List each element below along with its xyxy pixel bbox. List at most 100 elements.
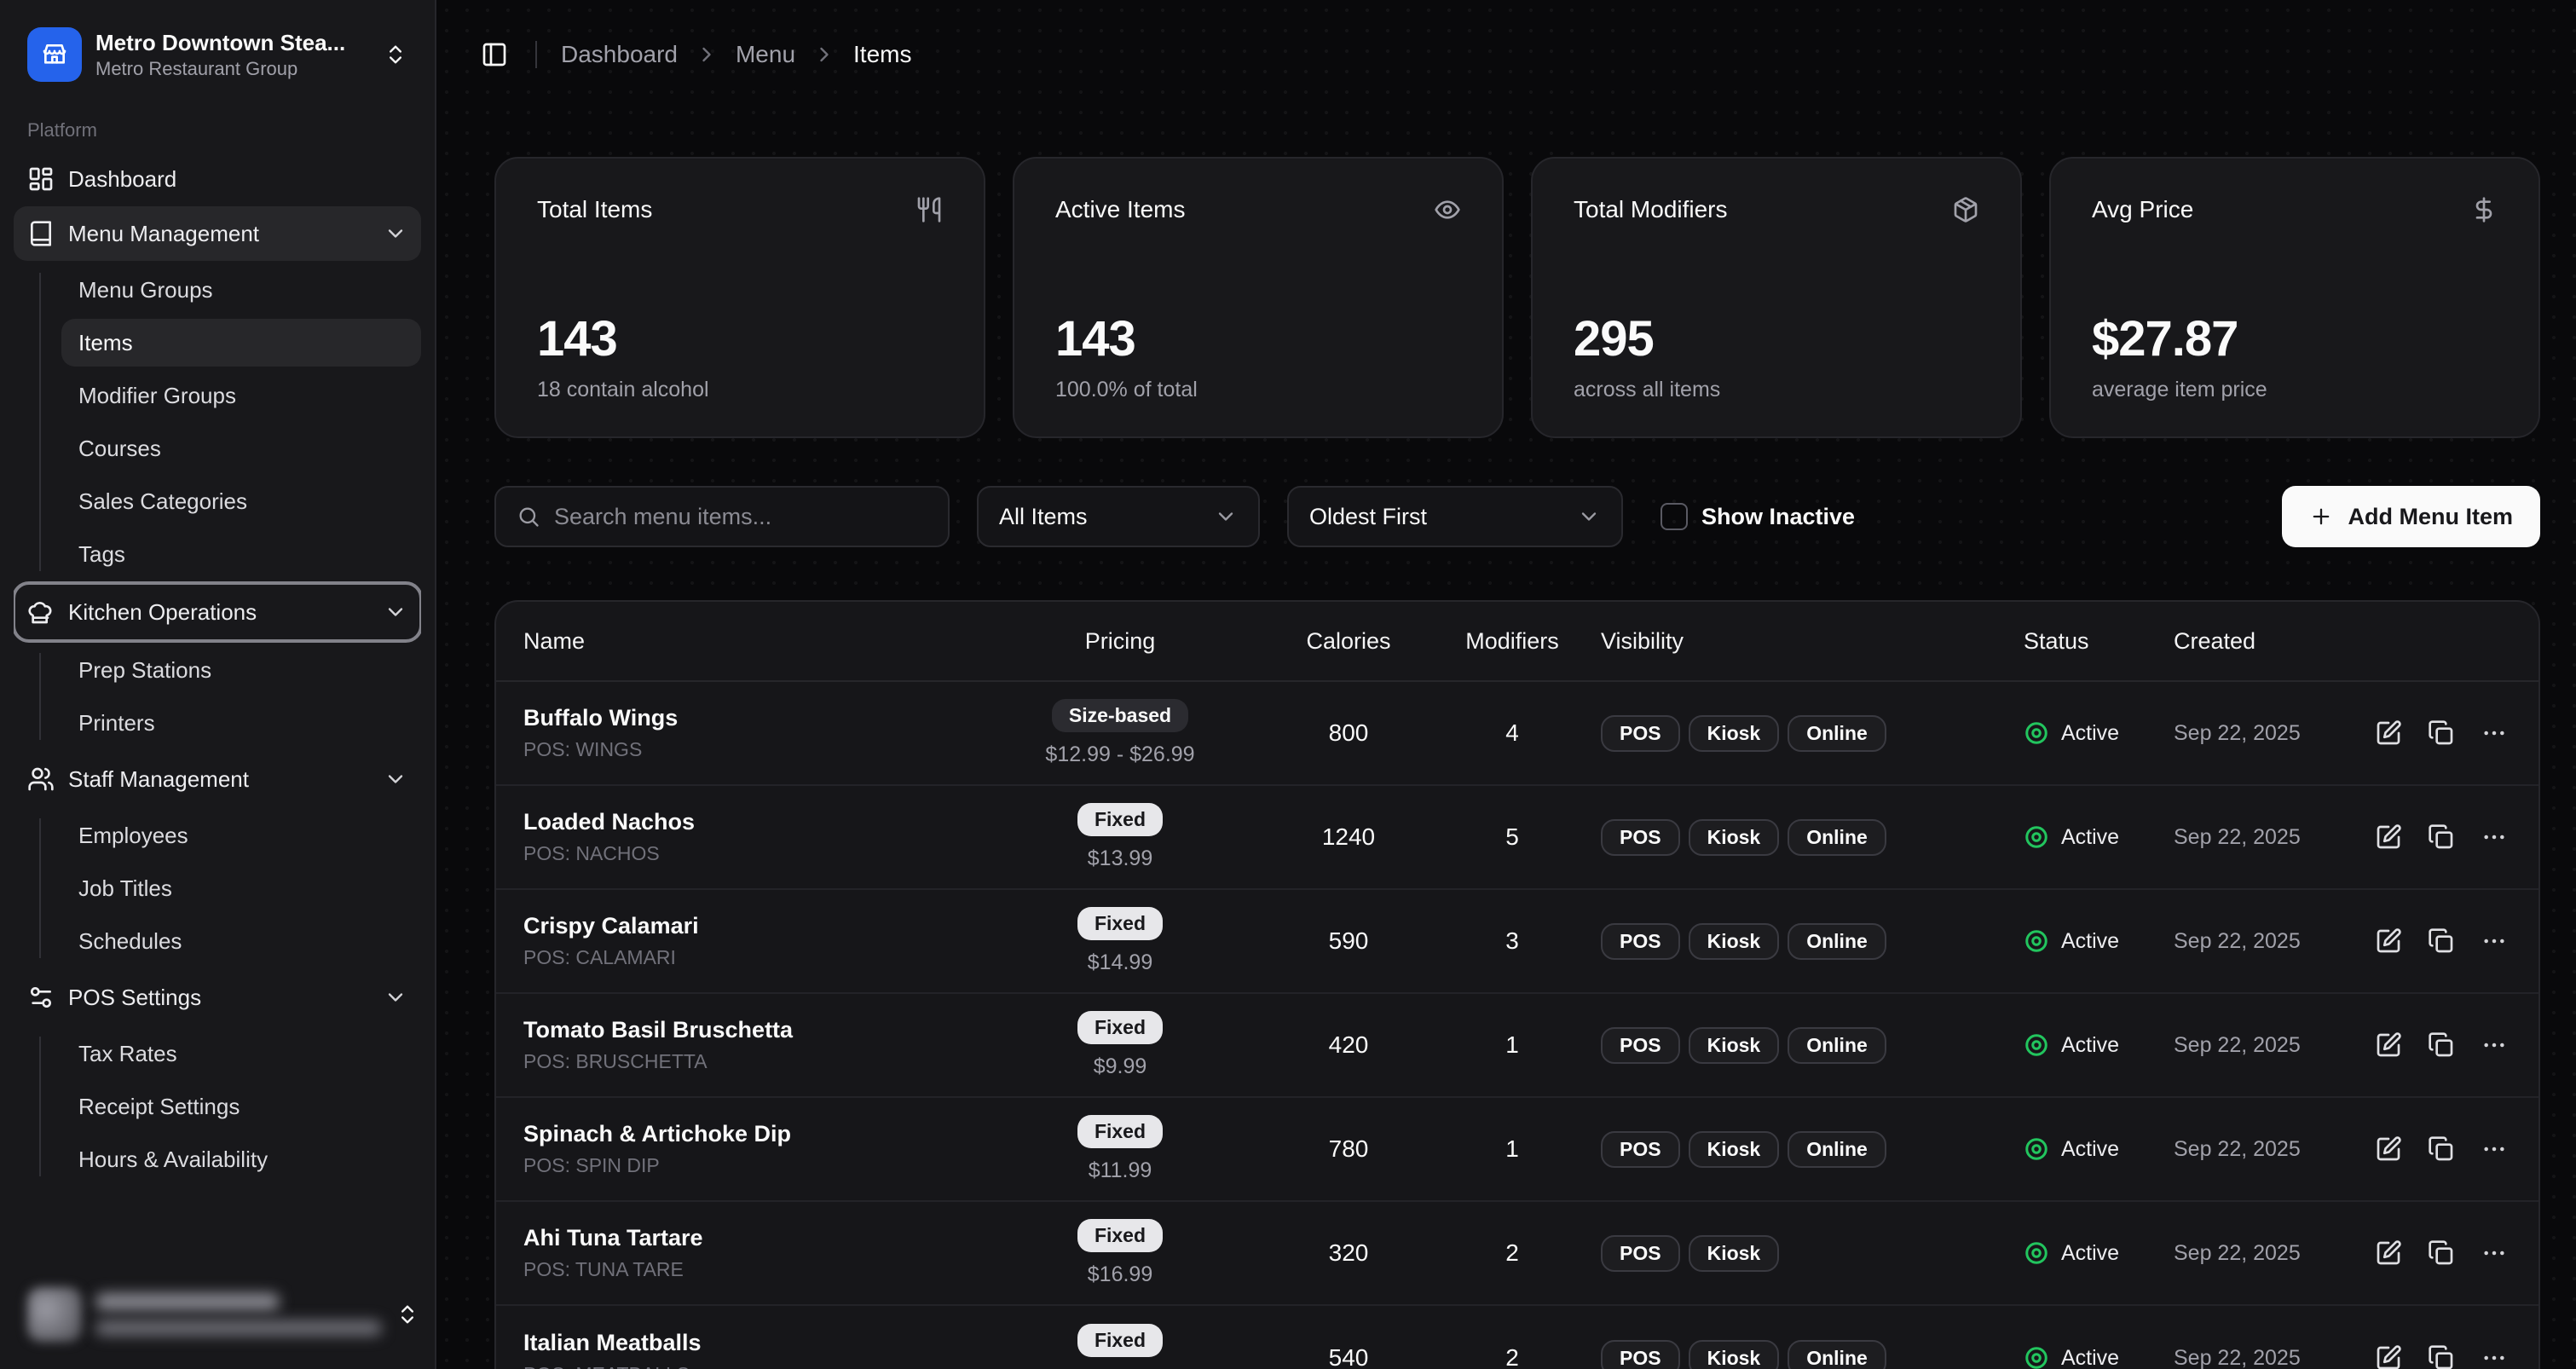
edit-button[interactable]: [2375, 823, 2402, 851]
sidebar-nav: Dashboard Menu Management Menu Groups Items…: [14, 152, 421, 1274]
more-actions-button[interactable]: [2481, 1031, 2508, 1059]
sidebar: Metro Downtown Stea... Metro Restaurant …: [0, 0, 436, 1369]
table-body: Buffalo Wings POS: WINGS Size-based $12.…: [496, 682, 2538, 1369]
status-active-icon: [2024, 1032, 2049, 1058]
status-label: Active: [2061, 1137, 2119, 1162]
edit-button[interactable]: [2375, 1239, 2402, 1267]
user-redacted-text: [95, 1293, 382, 1336]
status-label: Active: [2061, 721, 2119, 746]
more-actions-button[interactable]: [2481, 823, 2508, 851]
more-actions-button[interactable]: [2481, 1239, 2508, 1267]
show-inactive-toggle[interactable]: Show Inactive: [1661, 503, 1855, 530]
breadcrumb: Dashboard Menu Items: [561, 41, 912, 68]
show-inactive-checkbox[interactable]: [1661, 503, 1688, 530]
visibility-badges: POSKioskOnline: [1594, 1027, 2017, 1064]
duplicate-button[interactable]: [2428, 719, 2455, 747]
search-input[interactable]: [554, 504, 927, 530]
table-row[interactable]: Spinach & Artichoke Dip POS: SPIN DIP Fi…: [496, 1098, 2538, 1202]
sidebar-item-pos-settings[interactable]: POS Settings: [14, 970, 421, 1025]
item-calories: 800: [1267, 719, 1430, 747]
pricing-type-badge: Fixed: [1077, 1219, 1163, 1252]
item-name: Crispy Calamari: [523, 913, 967, 939]
sidebar-item-courses[interactable]: Courses: [61, 425, 421, 472]
more-actions-button[interactable]: [2481, 927, 2508, 955]
sidebar-item-schedules[interactable]: Schedules: [61, 917, 421, 965]
table-row[interactable]: Loaded Nachos POS: NACHOS Fixed $13.99 1…: [496, 786, 2538, 890]
breadcrumb-dashboard[interactable]: Dashboard: [561, 41, 678, 68]
sidebar-item-label: Dashboard: [68, 166, 407, 193]
edit-button[interactable]: [2375, 1031, 2402, 1059]
breadcrumb-items: Items: [853, 41, 911, 68]
category-filter-select[interactable]: All Items: [977, 486, 1260, 547]
item-price: $12.99 - $26.99: [1045, 742, 1194, 767]
breadcrumb-menu[interactable]: Menu: [736, 41, 795, 68]
edit-button[interactable]: [2375, 1135, 2402, 1163]
duplicate-button[interactable]: [2428, 1031, 2455, 1059]
visibility-badge-online: Online: [1788, 819, 1886, 856]
visibility-badges: POSKioskOnline: [1594, 1131, 2017, 1168]
status-active-icon: [2024, 1136, 2049, 1162]
sidebar-toggle-button[interactable]: [471, 31, 518, 78]
duplicate-button[interactable]: [2428, 823, 2455, 851]
edit-button[interactable]: [2375, 927, 2402, 955]
pricing-type-badge: Fixed: [1077, 803, 1163, 836]
edit-button[interactable]: [2375, 1344, 2402, 1369]
sidebar-item-printers[interactable]: Printers: [61, 699, 421, 747]
add-menu-item-button[interactable]: Add Menu Item: [2282, 486, 2541, 547]
duplicate-button[interactable]: [2428, 1135, 2455, 1163]
sidebar-item-prep-stations[interactable]: Prep Stations: [61, 646, 421, 694]
sidebar-item-tags[interactable]: Tags: [61, 530, 421, 578]
sidebar-item-staff-management[interactable]: Staff Management: [14, 752, 421, 806]
sidebar-item-sales-categories[interactable]: Sales Categories: [61, 477, 421, 525]
search-icon: [517, 505, 540, 529]
more-actions-button[interactable]: [2481, 719, 2508, 747]
table-row[interactable]: Buffalo Wings POS: WINGS Size-based $12.…: [496, 682, 2538, 786]
stat-subtitle: 100.0% of total: [1055, 378, 1461, 402]
visibility-badge-pos: POS: [1601, 1340, 1680, 1369]
workspace-switcher[interactable]: Metro Downtown Stea... Metro Restaurant …: [14, 14, 421, 95]
sidebar-item-dashboard[interactable]: Dashboard: [14, 152, 421, 206]
chef-hat-icon: [27, 598, 55, 626]
sidebar-item-modifier-groups[interactable]: Modifier Groups: [61, 372, 421, 419]
items-table: Name Pricing Calories Modifiers Visibili…: [494, 600, 2540, 1369]
more-actions-button[interactable]: [2481, 1135, 2508, 1163]
table-row[interactable]: Ahi Tuna Tartare POS: TUNA TARE Fixed $1…: [496, 1202, 2538, 1306]
item-created: Sep 22, 2025: [2167, 1346, 2365, 1369]
table-row[interactable]: Tomato Basil Bruschetta POS: BRUSCHETTA …: [496, 994, 2538, 1098]
duplicate-button[interactable]: [2428, 1239, 2455, 1267]
sidebar-item-hours-availability[interactable]: Hours & Availability: [61, 1135, 421, 1183]
sidebar-item-kitchen-operations[interactable]: Kitchen Operations: [14, 583, 421, 641]
duplicate-button[interactable]: [2428, 927, 2455, 955]
sort-filter-select[interactable]: Oldest First: [1287, 486, 1623, 547]
sidebar-item-employees[interactable]: Employees: [61, 812, 421, 859]
item-price: $16.99: [1088, 1262, 1152, 1287]
user-menu[interactable]: [14, 1274, 421, 1355]
sidebar-item-receipt-settings[interactable]: Receipt Settings: [61, 1083, 421, 1130]
pricing-type-badge: Fixed: [1077, 1011, 1163, 1044]
item-price: $11.99: [1089, 1158, 1152, 1183]
chevron-down-icon: [1214, 505, 1238, 529]
item-created: Sep 22, 2025: [2167, 1137, 2365, 1162]
duplicate-button[interactable]: [2428, 1344, 2455, 1369]
sidebar-item-label: Menu Management: [68, 221, 370, 247]
visibility-badge-kiosk: Kiosk: [1689, 1027, 1780, 1064]
visibility-badges: POSKioskOnline: [1594, 819, 2017, 856]
item-created: Sep 22, 2025: [2167, 1033, 2365, 1058]
status-label: Active: [2061, 825, 2119, 850]
table-row[interactable]: Crispy Calamari POS: CALAMARI Fixed $14.…: [496, 890, 2538, 994]
chevron-down-icon: [384, 985, 407, 1009]
stat-title: Total Modifiers: [1574, 196, 1728, 223]
sidebar-item-tax-rates[interactable]: Tax Rates: [61, 1030, 421, 1077]
visibility-badge-pos: POS: [1601, 923, 1680, 960]
table-row[interactable]: Italian Meatballs POS: MEATBALLS Fixed $…: [496, 1306, 2538, 1369]
sidebar-subnav: Tax Rates Receipt Settings Hours & Availab…: [14, 1030, 421, 1183]
sidebar-item-job-titles[interactable]: Job Titles: [61, 864, 421, 912]
item-created: Sep 22, 2025: [2167, 721, 2365, 746]
status-active-icon: [2024, 720, 2049, 746]
more-actions-button[interactable]: [2481, 1344, 2508, 1369]
edit-button[interactable]: [2375, 719, 2402, 747]
sidebar-item-menu-groups[interactable]: Menu Groups: [61, 266, 421, 314]
sidebar-item-items[interactable]: Items: [61, 319, 421, 367]
item-name: Tomato Basil Bruschetta: [523, 1017, 967, 1043]
sidebar-item-menu-management[interactable]: Menu Management: [14, 206, 421, 261]
